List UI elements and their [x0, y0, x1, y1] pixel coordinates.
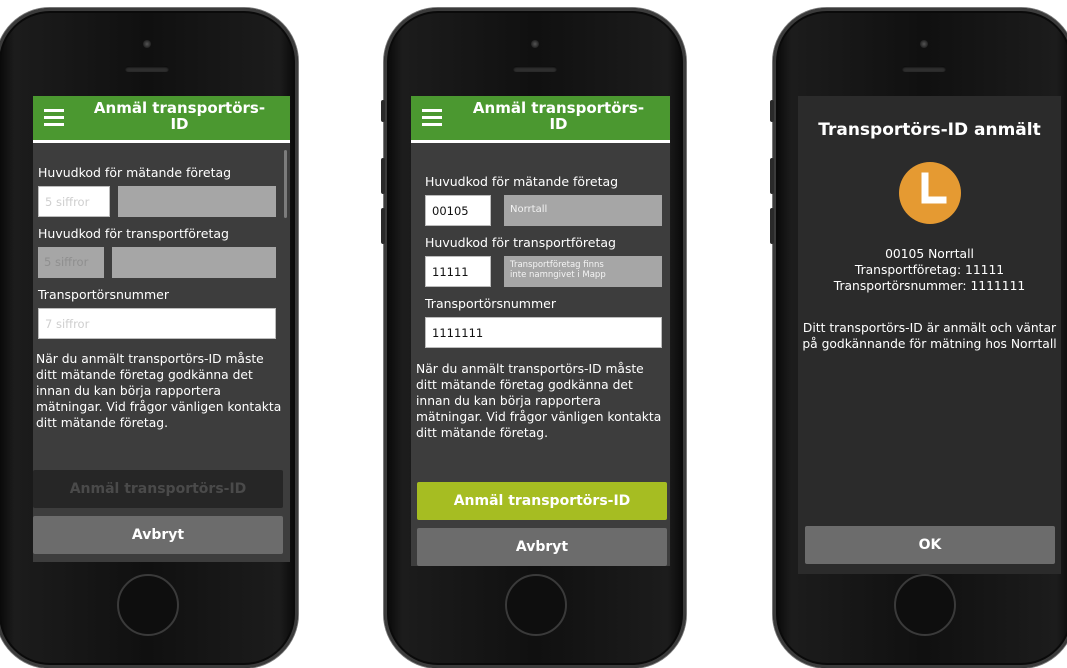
hamburger-menu-icon[interactable] — [422, 109, 442, 127]
transport-company-field — [112, 247, 276, 278]
camera — [143, 40, 151, 48]
transporter-number-label: Transportörsnummer — [38, 287, 169, 302]
side-button — [381, 100, 385, 122]
transporter-number-line: Transportörsnummer: 1111111 — [833, 279, 1026, 293]
transport-company-note: Transportföretag finns inte namngivet i … — [504, 256, 662, 287]
company-code-input[interactable]: 5 siffror — [38, 186, 110, 217]
transport-code-label: Huvudkod för transportföretag — [425, 235, 616, 250]
cancel-button[interactable]: Avbryt — [33, 516, 283, 554]
scrollbar[interactable] — [284, 150, 287, 218]
screen: Anmäl transportörs- ID Huvudkod för mäta… — [33, 96, 290, 562]
transport-code-input[interactable]: 5 siffror — [38, 247, 104, 278]
hamburger-menu-icon[interactable] — [44, 109, 64, 127]
company-name-field: Norrtall — [504, 195, 662, 226]
transporter-number-input[interactable]: 7 siffror — [38, 308, 276, 339]
side-button — [770, 208, 774, 244]
clock-icon — [898, 162, 961, 224]
submit-button[interactable]: Anmäl transportörs-ID — [33, 470, 283, 508]
confirmation-message: Ditt transportörs-ID är anmält och vänta… — [802, 321, 1057, 351]
info-text: När du anmält transportörs-ID måste ditt… — [416, 362, 662, 440]
camera — [920, 40, 928, 48]
page-title: Anmäl transportörs- ID — [93, 99, 266, 133]
app-header: Anmäl transportörs- ID — [411, 96, 670, 143]
transport-code-input[interactable]: 11111 — [425, 256, 491, 287]
submit-button[interactable]: Anmäl transportörs-ID — [417, 482, 667, 520]
company-code-input[interactable]: 00105 — [425, 195, 491, 226]
home-button[interactable] — [117, 574, 179, 636]
info-text: När du anmält transportörs-ID måste ditt… — [36, 352, 282, 430]
screen: Transportörs-ID anmält 00105 Norrtall Tr… — [798, 96, 1061, 574]
company-code-label: Huvudkod för mätande företag — [425, 174, 619, 189]
speaker — [902, 66, 946, 72]
phone-frame-1: Anmäl transportörs- ID Huvudkod för mäta… — [0, 8, 298, 668]
side-button — [770, 100, 774, 122]
transporter-number-input[interactable]: 1111111 — [425, 317, 662, 348]
camera — [531, 40, 539, 48]
side-button — [770, 158, 774, 194]
company-code-label: Huvudkod för mätande företag — [38, 165, 232, 180]
app-header: Anmäl transportörs- ID — [33, 96, 290, 143]
ok-button[interactable]: OK — [805, 526, 1055, 564]
transporter-number-label: Transportörsnummer — [425, 296, 556, 311]
phone-frame-3: Transportörs-ID anmält 00105 Norrtall Tr… — [770, 8, 1067, 668]
phone-frame-2: Anmäl transportörs- ID Huvudkod för mäta… — [381, 8, 686, 668]
speaker — [513, 66, 557, 72]
company-name-field — [118, 186, 276, 217]
home-button[interactable] — [894, 574, 956, 636]
speaker — [125, 66, 169, 72]
home-button[interactable] — [505, 574, 567, 636]
cancel-button[interactable]: Avbryt — [417, 528, 667, 566]
screen: Anmäl transportörs- ID Huvudkod för mäta… — [411, 96, 670, 566]
side-button — [381, 158, 385, 194]
page-title: Anmäl transportörs- ID — [472, 99, 645, 133]
company-line: 00105 Norrtall — [885, 247, 974, 261]
transport-code-label: Huvudkod för transportföretag — [38, 226, 229, 241]
confirmation-title: Transportörs-ID anmält — [818, 120, 1041, 140]
side-button — [381, 208, 385, 244]
transport-company-line: Transportföretag: 11111 — [854, 263, 1005, 277]
